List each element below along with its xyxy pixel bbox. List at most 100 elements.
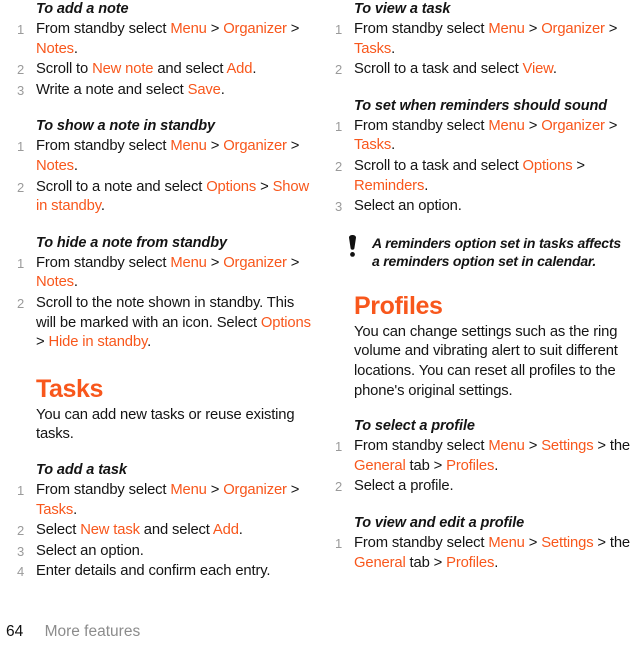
procedure-view-and-edit-a-profile: To view and edit a profile 1 From standby… xyxy=(332,514,632,573)
step-text: . xyxy=(73,40,78,57)
step-text: From standby select xyxy=(354,534,489,551)
step-text: Scroll to a task and select xyxy=(354,157,523,174)
step-item: 2 Scroll to New note and select Add. xyxy=(14,60,314,80)
menu-path-token: Menu xyxy=(488,438,525,455)
menu-path-token: Menu xyxy=(170,138,207,155)
step-text: . xyxy=(424,177,429,194)
procedure-title: To add a note xyxy=(36,1,129,17)
procedure-add-a-task: To add a task 1 From standby select Menu … xyxy=(14,461,314,582)
procedure-title: To hide a note from standby xyxy=(36,234,227,251)
procedure-add-a-note: To add a note 1 From standby select Menu … xyxy=(14,0,314,100)
steps-list: 1 From standby select Menu > Organizer > … xyxy=(332,117,632,217)
steps-list: 1 From standby select Menu > Organizer > … xyxy=(332,20,632,80)
step-text: > xyxy=(524,534,542,551)
step-item: 2 Scroll to a note and select Options > S… xyxy=(14,178,314,217)
step-text: From standby select xyxy=(36,481,171,498)
menu-path-token: Organizer xyxy=(223,481,287,498)
step-item: 2 Scroll to the note shown in standby. Th… xyxy=(14,294,314,353)
step-number: 2 xyxy=(335,479,343,495)
step-item: 4 Enter details and confirm each entry. xyxy=(14,562,314,582)
step-text: From standby select xyxy=(354,21,489,37)
step-text: > the xyxy=(593,534,630,551)
step-text: . xyxy=(73,274,78,291)
step-text: From standby select xyxy=(354,117,489,134)
step-text: > xyxy=(524,117,542,134)
step-item: 1 From standby select Menu > Settings > t… xyxy=(332,534,632,573)
step-number: 4 xyxy=(17,564,25,580)
step-text: . xyxy=(552,61,557,78)
menu-path-token: Organizer xyxy=(541,117,605,134)
step-item: 1 From standby select Menu > Settings > t… xyxy=(332,437,632,476)
footer-section-label: More features xyxy=(44,623,141,640)
step-number: 2 xyxy=(17,62,25,78)
step-text: . xyxy=(391,137,396,154)
step-number: 2 xyxy=(17,295,25,311)
step-item: 1 From standby select Menu > Organizer > … xyxy=(332,20,632,59)
menu-path-token: Menu xyxy=(488,534,525,551)
procedure-hide-a-note-from-standby: To hide a note from standby 1 From standb… xyxy=(14,234,314,353)
step-item: 1 From standby select Menu > Organizer > … xyxy=(332,117,632,156)
step-item: 1 From standby select Menu > Organizer > … xyxy=(14,20,314,59)
steps-list: 1 From standby select Menu > Organizer > … xyxy=(14,137,314,216)
right-column: To view a task 1 From standby select Menu… xyxy=(332,0,632,574)
step-text: > xyxy=(206,21,224,37)
menu-path-token: Settings xyxy=(541,438,594,455)
menu-path-token: Tasks xyxy=(354,40,392,57)
procedure-title: To select a profile xyxy=(354,418,475,435)
step-item: 2 Scroll to a task and select Options > R… xyxy=(332,157,632,196)
menu-path-token: New task xyxy=(80,522,140,539)
step-number: 2 xyxy=(335,158,343,174)
step-item: 3 Select an option. xyxy=(332,197,632,217)
step-text: . xyxy=(73,157,78,174)
menu-path-token: General xyxy=(354,554,406,571)
step-text: > the xyxy=(593,438,630,455)
step-number: 3 xyxy=(17,543,25,559)
step-text: > xyxy=(524,21,542,37)
step-number: 1 xyxy=(335,535,343,551)
step-text: > xyxy=(206,138,224,155)
step-number: 2 xyxy=(335,62,343,78)
procedure-title: To view and edit a profile xyxy=(354,514,525,531)
step-text: Select an option. xyxy=(36,542,144,559)
step-text: and select xyxy=(139,522,213,539)
step-text: and select xyxy=(153,61,227,78)
step-text: From standby select xyxy=(36,138,171,155)
step-text: . xyxy=(220,81,225,98)
step-item: 1 From standby select Menu > Organizer > … xyxy=(14,254,314,293)
step-text: > xyxy=(286,254,300,271)
step-item: 3 Write a note and select Save. xyxy=(14,81,314,101)
step-text: > xyxy=(572,157,585,174)
menu-path-token: Options xyxy=(260,314,311,331)
step-text: > xyxy=(604,21,618,37)
step-text: From standby select xyxy=(36,254,171,271)
procedure-title: To view a task xyxy=(354,1,451,17)
step-text: From standby select xyxy=(354,438,489,455)
step-text: From standby select xyxy=(36,21,171,37)
menu-path-token: View xyxy=(522,61,554,78)
menu-path-token: Menu xyxy=(170,481,207,498)
procedure-view-a-task: To view a task 1 From standby select Menu… xyxy=(332,0,632,80)
menu-path-token: Add xyxy=(212,522,239,539)
step-text: > xyxy=(206,481,224,498)
menu-path-token: Profiles xyxy=(446,457,495,474)
steps-list: 1 From standby select Menu > Settings > t… xyxy=(332,534,632,573)
menu-path-token: Profiles xyxy=(446,554,495,571)
step-text: Scroll to a note and select xyxy=(36,178,207,195)
step-item: 2 Scroll to a task and select View. xyxy=(332,60,632,80)
procedure-select-a-profile: To select a profile 1 From standby select… xyxy=(332,417,632,497)
menu-path-token: Menu xyxy=(488,117,525,134)
procedure-set-when-reminders-should-sound: To set when reminders should sound 1 From… xyxy=(332,97,632,217)
section-heading: Tasks xyxy=(36,374,104,403)
section-profiles: Profiles You can change settings such as… xyxy=(332,292,632,401)
procedure-title: To show a note in standby xyxy=(36,118,216,135)
menu-path-token: Reminders xyxy=(354,177,425,194)
step-text: . xyxy=(391,40,396,57)
menu-path-token: Menu xyxy=(170,21,207,37)
menu-path-token: Notes xyxy=(36,40,74,57)
menu-path-token: General xyxy=(354,457,406,474)
step-number: 1 xyxy=(17,482,25,498)
